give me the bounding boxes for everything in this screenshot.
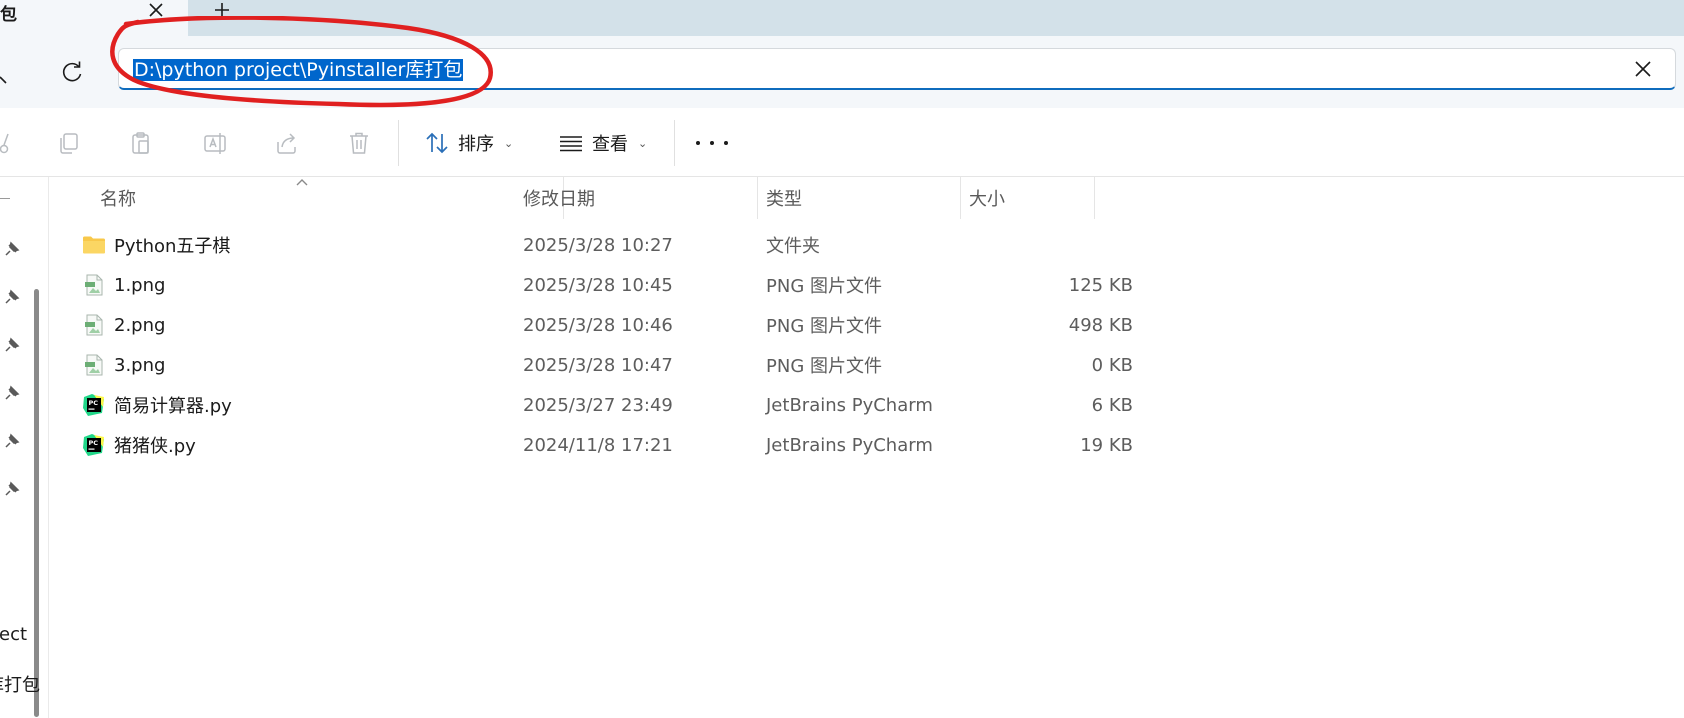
file-modified: 2025/3/28 10:45	[523, 274, 673, 296]
chevron-down-icon: ⌄	[504, 136, 514, 150]
address-bar[interactable]: D:\python project\Pyinstaller库打包	[118, 48, 1676, 90]
pycharm-file-icon: PC	[83, 434, 104, 456]
column-name-label: 名称	[100, 189, 136, 210]
tab-strip: 包	[0, 0, 1684, 36]
pin-icon[interactable]	[2, 481, 20, 499]
pin-icon[interactable]	[2, 289, 20, 307]
file-name: 2.png	[114, 314, 166, 336]
file-modified: 2025/3/28 10:27	[523, 234, 673, 256]
file-name-cell: 2.png	[82, 305, 165, 345]
column-type[interactable]: 类型	[758, 177, 961, 219]
navigation-pane: ect 库打包	[0, 177, 49, 718]
command-bar: 排序 ⌄ 查看 ⌄	[0, 108, 1684, 177]
png-file-icon	[85, 274, 103, 296]
refresh-icon[interactable]	[58, 58, 86, 86]
svg-text:PC: PC	[89, 439, 99, 447]
table-row[interactable]: PC 简易计算器.py 2025/3/27 23:49 JetBrains Py…	[50, 385, 1133, 425]
file-modified: 2024/11/8 17:21	[523, 434, 673, 456]
view-button[interactable]: 查看 ⌄	[558, 126, 647, 160]
navigation-bar: D:\python project\Pyinstaller库打包	[0, 36, 1684, 109]
paste-icon[interactable]	[128, 130, 154, 156]
file-name-cell: 1.png	[82, 265, 165, 305]
file-modified: 2025/3/27 23:49	[523, 394, 673, 416]
file-name: 猪猪侠.py	[114, 436, 196, 457]
file-size: 19 KB	[1080, 434, 1133, 456]
column-modified[interactable]: 修改日期	[515, 177, 758, 219]
nav-item-label[interactable]: 库打包	[0, 671, 40, 697]
file-type: PNG 图片文件	[766, 276, 882, 297]
file-name: 3.png	[114, 354, 166, 376]
tab-current[interactable]: 包	[0, 0, 188, 36]
file-size: 125 KB	[1068, 274, 1133, 296]
cut-icon[interactable]	[0, 130, 18, 156]
file-size	[960, 225, 1133, 265]
file-type: PNG 图片文件	[766, 316, 882, 337]
file-type: JetBrains PyCharm	[766, 434, 933, 456]
file-type: 文件夹	[766, 236, 820, 257]
share-icon[interactable]	[274, 130, 300, 156]
new-tab-button[interactable]	[210, 0, 234, 24]
column-modified-label: 修改日期	[523, 189, 595, 210]
more-options-button[interactable]	[696, 130, 728, 156]
file-name-cell: PC 猪猪侠.py	[82, 425, 196, 465]
file-size: 498 KB	[1068, 314, 1133, 336]
png-file-icon	[85, 314, 103, 336]
more-dot	[724, 141, 728, 145]
chevron-down-icon: ⌄	[638, 136, 648, 150]
view-label: 查看	[592, 134, 628, 155]
nav-scrollbar[interactable]	[34, 289, 39, 717]
table-row[interactable]: PC 猪猪侠.py 2024/11/8 17:21 JetBrains PyCh…	[50, 425, 1133, 465]
more-dot	[710, 141, 714, 145]
nav-item-label[interactable]: ect	[0, 624, 27, 645]
table-row[interactable]: Python五子棋 2025/3/28 10:27 文件夹	[50, 225, 1095, 265]
column-size-label: 大小	[969, 189, 1005, 210]
tab-title: 包	[0, 5, 17, 25]
close-icon[interactable]	[144, 0, 168, 24]
file-list: 名称 修改日期 类型 大小 Python五子棋 2025/3/28 10:27 …	[50, 177, 1684, 718]
column-name[interactable]: 名称	[92, 177, 564, 219]
table-row[interactable]: 3.png 2025/3/28 10:47 PNG 图片文件 0 KB	[50, 345, 1133, 385]
file-name-cell: 3.png	[82, 345, 165, 385]
column-size[interactable]: 大小	[961, 177, 1095, 219]
file-name: 1.png	[114, 274, 166, 296]
sort-ascending-icon	[296, 179, 308, 186]
svg-text:PC: PC	[89, 399, 99, 407]
file-modified: 2025/3/28 10:46	[523, 314, 673, 336]
table-row[interactable]: 1.png 2025/3/28 10:45 PNG 图片文件 125 KB	[50, 265, 1133, 305]
address-path-selected[interactable]: D:\python project\Pyinstaller库打包	[133, 59, 464, 81]
sort-icon	[426, 132, 448, 154]
file-name: 简易计算器.py	[114, 396, 232, 417]
png-file-icon	[85, 354, 103, 376]
file-size: 6 KB	[1091, 394, 1133, 416]
view-list-icon	[560, 136, 582, 152]
column-type-label: 类型	[766, 189, 802, 210]
column-header: 名称 修改日期 类型 大小	[50, 177, 1095, 219]
pin-icon[interactable]	[2, 385, 20, 403]
more-dot	[696, 141, 700, 145]
folder-icon	[83, 236, 105, 254]
sort-label: 排序	[458, 134, 494, 155]
up-arrow-icon[interactable]	[0, 58, 16, 86]
rename-icon[interactable]	[202, 130, 228, 156]
pin-icon[interactable]	[2, 241, 20, 259]
file-name-cell: Python五子棋	[82, 225, 230, 265]
toolbar-separator	[398, 120, 399, 166]
file-type: PNG 图片文件	[766, 356, 882, 377]
delete-icon[interactable]	[346, 130, 372, 156]
nav-divider	[0, 198, 10, 199]
copy-icon[interactable]	[56, 130, 82, 156]
clear-icon[interactable]	[1633, 59, 1653, 79]
toolbar-separator	[674, 120, 675, 166]
file-size: 0 KB	[1091, 354, 1133, 376]
pin-icon[interactable]	[2, 337, 20, 355]
sort-button[interactable]: 排序 ⌄	[424, 126, 513, 160]
pin-icon[interactable]	[2, 433, 20, 451]
file-name: Python五子棋	[114, 236, 231, 257]
file-type: JetBrains PyCharm	[766, 394, 933, 416]
file-name-cell: PC 简易计算器.py	[82, 385, 232, 425]
pycharm-file-icon: PC	[83, 394, 104, 416]
table-row[interactable]: 2.png 2025/3/28 10:46 PNG 图片文件 498 KB	[50, 305, 1133, 345]
file-modified: 2025/3/28 10:47	[523, 354, 673, 376]
